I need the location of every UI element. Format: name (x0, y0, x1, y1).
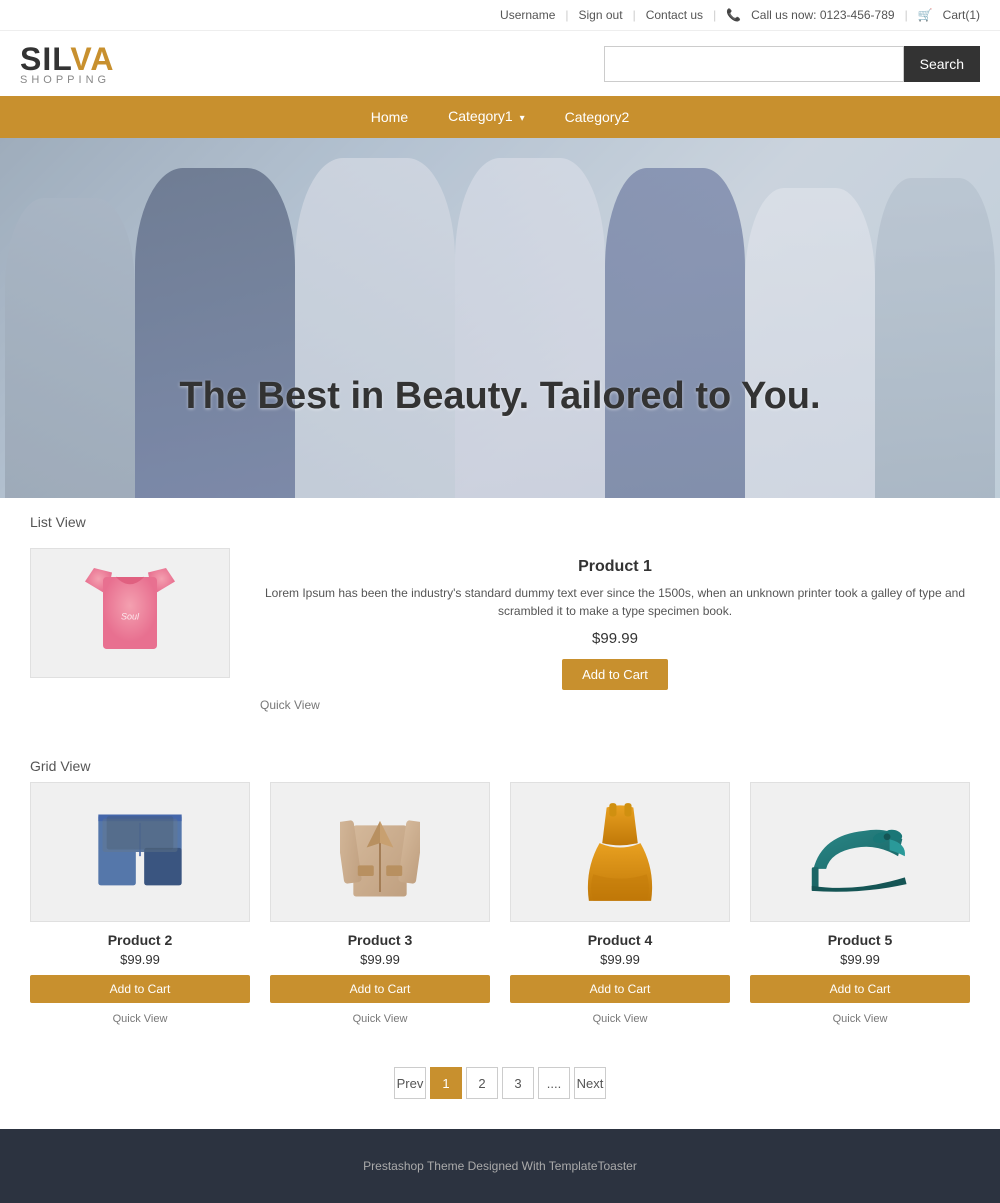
logo-va: VA (70, 41, 114, 77)
grid-item-product-4: Product 4 $99.99 Add to Cart Quick View (510, 782, 730, 1027)
header: SILVA SHOPPING Search (0, 31, 1000, 96)
search-input[interactable] (604, 46, 904, 82)
search-bar: Search (604, 46, 980, 82)
pagination-prev[interactable]: Prev (394, 1067, 426, 1099)
product-4-add-to-cart[interactable]: Add to Cart (510, 975, 730, 1003)
logo-subtitle: SHOPPING (20, 74, 114, 86)
grid-item-product-5: Product 5 $99.99 Add to Cart Quick View (750, 782, 970, 1027)
product-2-add-to-cart[interactable]: Add to Cart (30, 975, 250, 1003)
product-5-image (750, 782, 970, 922)
product-5-price: $99.99 (750, 952, 970, 967)
nav-home[interactable]: Home (351, 96, 428, 138)
main-nav: Home Category1 ▾ Category2 (0, 96, 1000, 138)
product-1-info: Product 1 Lorem Ipsum has been the indus… (260, 548, 970, 712)
grid-view-section: Product 2 $99.99 Add to Cart Quick View (0, 782, 1000, 1047)
product-2-title: Product 2 (30, 932, 250, 948)
dress-icon (580, 797, 660, 907)
grid-container: Product 2 $99.99 Add to Cart Quick View (20, 782, 980, 1027)
product-4-image (510, 782, 730, 922)
section-label-grid: Grid View (0, 742, 1000, 782)
product-1-description: Lorem Ipsum has been the industry's stan… (260, 584, 970, 620)
cart-link[interactable]: Cart(1) (943, 8, 980, 22)
search-button[interactable]: Search (904, 46, 980, 82)
nav-category1[interactable]: Category1 ▾ (428, 95, 545, 140)
phone-number: Call us now: 0123-456-789 (751, 8, 894, 22)
product-1-title: Product 1 (260, 558, 970, 576)
product-5-quick-view[interactable]: Quick View (833, 1013, 888, 1025)
product-1-add-to-cart[interactable]: Add to Cart (562, 659, 668, 690)
product-3-title: Product 3 (270, 932, 490, 948)
logo-sil: SIL (20, 41, 70, 77)
username-link[interactable]: Username (500, 8, 555, 22)
hero-background (0, 138, 1000, 498)
phone-icon: 📞 (726, 8, 741, 22)
product-1-image: Soul (30, 548, 230, 678)
svg-text:Soul: Soul (121, 611, 140, 621)
pagination-page-3[interactable]: 3 (502, 1067, 534, 1099)
heels-icon (805, 807, 915, 897)
product-2-quick-view[interactable]: Quick View (113, 1013, 168, 1025)
product-1-quick-view[interactable]: Quick View (260, 698, 320, 712)
pagination: Prev 1 2 3 .... Next (0, 1047, 1000, 1129)
footer-text: Prestashop Theme Designed With TemplateT… (363, 1159, 637, 1173)
list-view-section: Soul Product 1 Lorem Ipsum has been the … (0, 538, 1000, 742)
product-5-title: Product 5 (750, 932, 970, 948)
product-2-image (30, 782, 250, 922)
cart-icon: 🛒 (918, 8, 933, 22)
product-2-price: $99.99 (30, 952, 250, 967)
hero-tagline: The Best in Beauty. Tailored to You. (0, 375, 1000, 418)
grid-item-product-3: Product 3 $99.99 Add to Cart Quick View (270, 782, 490, 1027)
product-1-price: $99.99 (260, 630, 970, 647)
grid-item-product-2: Product 2 $99.99 Add to Cart Quick View (30, 782, 250, 1027)
nav-category2[interactable]: Category2 (545, 96, 650, 138)
chevron-down-icon: ▾ (520, 113, 525, 124)
product-5-add-to-cart[interactable]: Add to Cart (750, 975, 970, 1003)
pagination-page-1[interactable]: 1 (430, 1067, 462, 1099)
pagination-page-2[interactable]: 2 (466, 1067, 498, 1099)
top-bar: Username | Sign out | Contact us | 📞 Cal… (0, 0, 1000, 31)
product-3-quick-view[interactable]: Quick View (353, 1013, 408, 1025)
product-3-price: $99.99 (270, 952, 490, 967)
pagination-ellipsis: .... (538, 1067, 570, 1099)
product-3-image (270, 782, 490, 922)
jacket-icon (340, 802, 420, 902)
product-4-title: Product 4 (510, 932, 730, 948)
list-item: Soul Product 1 Lorem Ipsum has been the … (30, 538, 970, 722)
section-label-list: List View (0, 498, 1000, 538)
shorts-icon (90, 812, 190, 892)
tshirt-icon: Soul (85, 563, 175, 663)
product-4-quick-view[interactable]: Quick View (593, 1013, 648, 1025)
pagination-next[interactable]: Next (574, 1067, 606, 1099)
product-3-add-to-cart[interactable]: Add to Cart (270, 975, 490, 1003)
product-4-price: $99.99 (510, 952, 730, 967)
hero-banner: The Best in Beauty. Tailored to You. (0, 138, 1000, 498)
signout-link[interactable]: Sign out (579, 8, 623, 22)
logo[interactable]: SILVA SHOPPING (20, 41, 114, 86)
contact-link[interactable]: Contact us (646, 8, 703, 22)
